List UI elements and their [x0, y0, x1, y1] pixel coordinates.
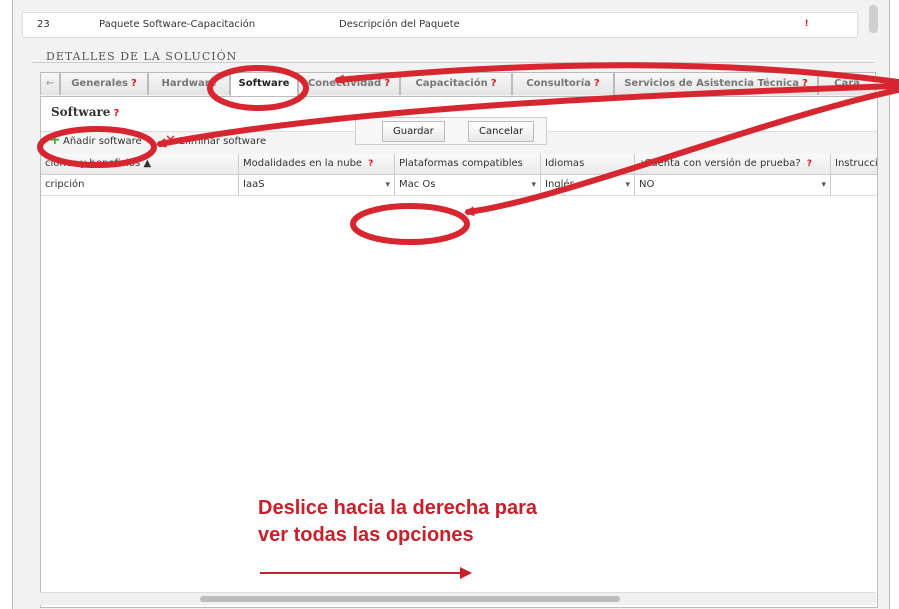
highlight-software-tab: [207, 65, 309, 111]
annotation-overlay: [37, 62, 899, 579]
highlight-add-software: [37, 126, 157, 168]
arrow-to-add-software: [156, 83, 899, 148]
scroll-hint-arrowhead-icon: [460, 567, 472, 579]
arrow-to-save-button: [464, 87, 899, 217]
highlight-save-button: [350, 203, 470, 245]
arrow-to-software-tab: [334, 62, 899, 85]
